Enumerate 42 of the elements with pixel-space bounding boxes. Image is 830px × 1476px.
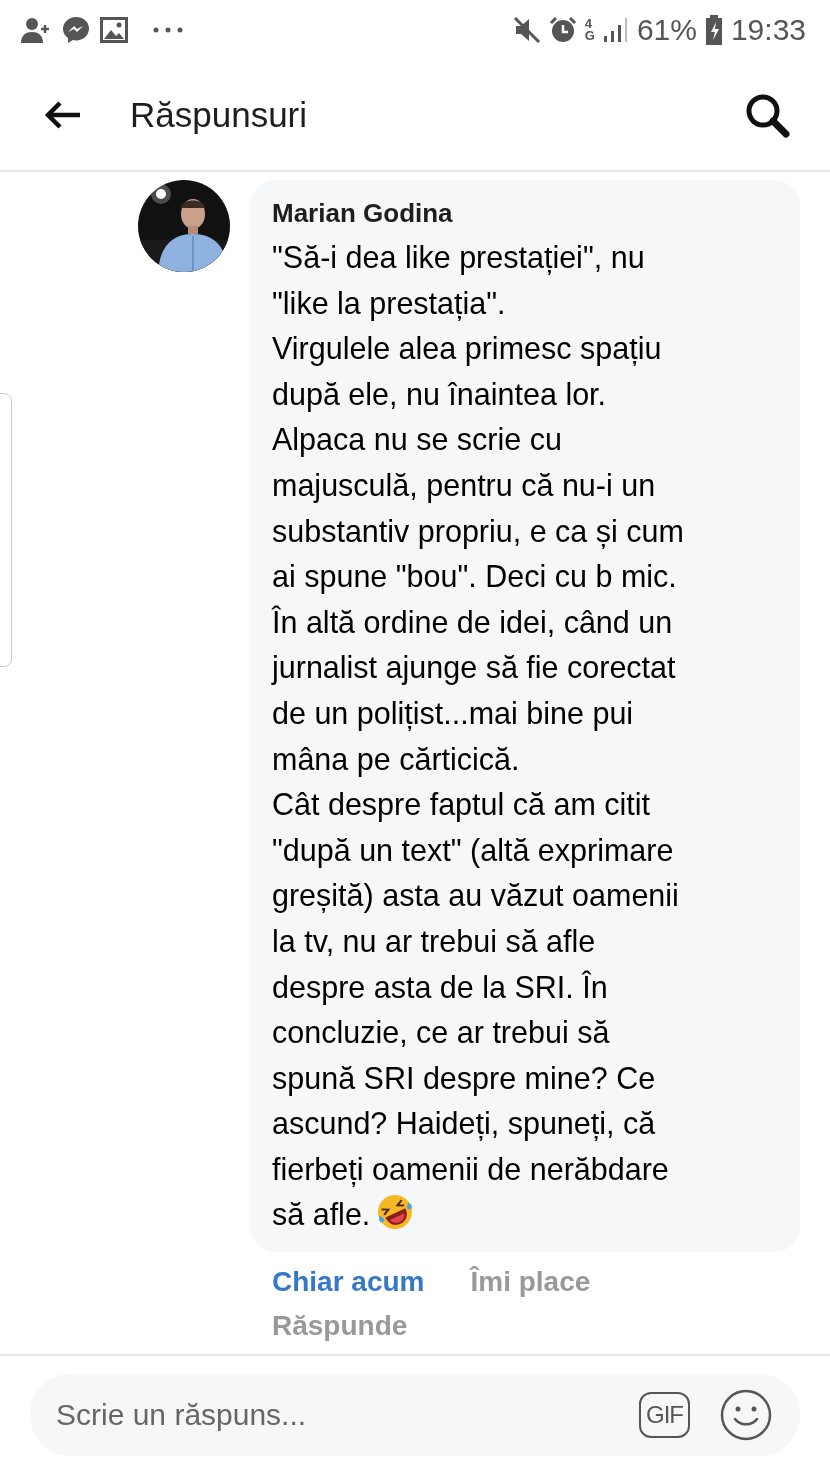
comment-text-line: Alpaca nu se scrie cu [272,421,563,459]
comment-text-line: mâna pe cărticică. [272,740,521,779]
image-icon [100,17,128,43]
comment-text-line: jurnalist ajunge să fie corectat [272,649,677,687]
comment-text-line: majusculă, pentru că nu-i un [272,466,657,505]
comment-text-line: "Să-i dea like prestației", nu [272,239,646,277]
comment-text-line: greșită) asta au văzut oamenii [272,877,680,915]
battery-icon [704,15,723,45]
comment-text-line: fierbeți oamenii de nerăbdare [272,1150,670,1189]
add-friend-icon [20,16,52,44]
comment-text-line: de un polițist...mai bine pui [272,694,635,733]
comment-text-line: să afle. [272,1197,371,1232]
comment-text-line: În altă ordine de idei, când un [272,603,674,641]
comment-timestamp[interactable]: Chiar acum [272,1260,425,1305]
comment-text-line: "like la prestația". [272,284,507,323]
comment-text-line: Virgulele alea primesc spațiu [272,330,663,368]
messenger-icon [62,16,90,44]
gif-button[interactable]: GIF [639,1392,690,1438]
comment-text-line: ascund? Haideți, spuneți, că [272,1105,657,1143]
comment-text-line: despre asta de la SRI. În [272,968,609,1007]
comment-text-line: după ele, nu înaintea lor. [272,375,608,414]
emoji-icon[interactable] [720,1389,772,1441]
more-icon [152,26,184,34]
comment-text-line: "după un text" (altă exprimare [272,831,675,870]
comment-text-line: ai spune "bou". Deci cu b mic. [272,558,678,596]
search-icon[interactable] [744,92,790,138]
comment-text-line: Cât despre faptul că am citit [272,786,652,824]
laughing-emoji-icon [376,1193,415,1232]
page-title: Răspunsuri [130,95,308,135]
mute-icon [512,16,541,44]
comment-text-line: substantiv propriu, e ca și cum [272,512,685,551]
network-label: 4G [584,18,595,42]
alarm-icon [548,16,577,44]
comment-text-line: la tv, nu ar trebui să afle [272,922,597,960]
comment-text-line: concluzie, ce ar trebui să [272,1014,611,1052]
author-name[interactable]: Marian Godina [272,198,770,229]
comment-text-line: spună SRI despre mine? Ce [272,1059,657,1098]
clock-time: 19:33 [730,13,806,47]
reply-field[interactable]: Scrie un răspuns... GIF [30,1374,800,1456]
battery-percentage: 61% [636,13,697,47]
back-arrow-icon[interactable] [44,101,82,129]
signal-icon [602,17,629,43]
